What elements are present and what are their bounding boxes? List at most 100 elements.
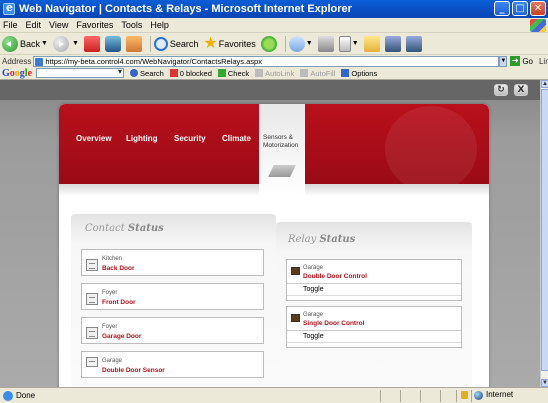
relay-status-panel: Relay Status Garage Double Door Control … (276, 222, 472, 387)
google-options-button[interactable]: Options (341, 69, 377, 78)
close-page-button[interactable]: X (514, 84, 528, 96)
relay-item: Garage Single Door Control Toggle (286, 306, 462, 348)
menu-tools[interactable]: Tools (121, 20, 142, 30)
google-search-label: Search (140, 68, 164, 78)
menu-favorites[interactable]: Favorites (76, 20, 113, 30)
back-label: Back (20, 38, 41, 49)
edit-button[interactable]: ▼ (338, 35, 359, 52)
ie-page-icon (3, 390, 13, 401)
contact-item[interactable]: Foyer Front Door (81, 283, 264, 310)
back-button[interactable]: Back ▼ (2, 35, 48, 52)
forward-arrow-icon (52, 35, 69, 52)
go-label: Go (522, 56, 533, 66)
links-button[interactable]: Links (539, 57, 548, 66)
scroll-thumb[interactable] (541, 89, 548, 371)
google-g-icon (130, 69, 139, 77)
relay-name: Double Door Control (303, 273, 367, 280)
address-dropdown[interactable]: ▼ (499, 55, 508, 67)
google-search-button[interactable]: Search (130, 69, 164, 78)
search-icon (153, 36, 168, 51)
home-button[interactable] (125, 35, 142, 52)
maximize-button[interactable]: □ (512, 1, 528, 16)
folder-button[interactable] (363, 35, 380, 52)
research-button[interactable] (384, 35, 401, 52)
stop-button[interactable] (83, 35, 100, 52)
messenger-icon (405, 35, 422, 52)
mail-button[interactable]: ▼ (288, 35, 313, 52)
toggle-button[interactable]: Toggle (287, 331, 461, 343)
google-toolbar: Google Search 0 blocked Check AutoLink A… (0, 67, 548, 80)
google-autofill-button[interactable]: AutoFill (300, 69, 335, 78)
go-button[interactable]: ➜ Go (510, 56, 533, 66)
nav-climate[interactable]: Climate (222, 134, 251, 143)
nav-overview[interactable]: Overview (76, 134, 112, 143)
status-divider (440, 390, 441, 402)
google-blocked-button[interactable]: 0 blocked (169, 69, 212, 78)
google-autolink-label: AutoLink (265, 68, 295, 78)
refresh-page-button[interactable]: ↻ (494, 84, 508, 96)
search-button[interactable]: Search (153, 36, 198, 51)
favorites-label: Favorites (218, 38, 256, 49)
toggle-button[interactable]: Toggle (287, 284, 461, 296)
options-icon (341, 69, 350, 77)
relay-header: Garage Double Door Control (287, 260, 461, 284)
contact-name: Back Door (102, 265, 135, 272)
garage-relay-icon (291, 314, 300, 322)
folder-icon (363, 35, 380, 52)
address-bar: Address https://my-beta.control4.com/Web… (0, 55, 548, 67)
contact-location: Kitchen (102, 256, 123, 262)
google-check-label: Check (227, 68, 250, 78)
google-check-button[interactable]: Check (217, 68, 250, 78)
status-bar: Done Internet (0, 387, 548, 403)
contact-location: Foyer (102, 324, 118, 330)
address-input[interactable]: https://my-beta.control4.com/WebNavigato… (33, 55, 500, 67)
refresh-button[interactable] (104, 35, 121, 52)
google-search-input[interactable] (36, 67, 125, 78)
contact-item[interactable]: Kitchen Back Door (81, 249, 264, 276)
refresh-icon (104, 35, 121, 52)
favorites-button[interactable]: ★ Favorites (203, 35, 256, 51)
menu-view[interactable]: View (49, 20, 68, 30)
spellcheck-icon (217, 69, 226, 77)
messenger-button[interactable] (405, 35, 422, 52)
research-icon (384, 35, 401, 52)
popup-blocker-icon (169, 69, 178, 77)
relay-footer (287, 343, 461, 347)
stop-icon (83, 35, 100, 52)
ie-icon (3, 1, 15, 15)
toolbar-divider (149, 35, 151, 52)
page-top-strip: ↻ X (0, 80, 540, 100)
status-divider (400, 390, 401, 402)
menu-help[interactable]: Help (150, 20, 169, 30)
status-divider (380, 390, 381, 402)
forward-button[interactable]: ▼ (52, 35, 79, 52)
scroll-down-arrow-icon[interactable]: ▼ (541, 379, 548, 387)
menu-file[interactable]: File (3, 20, 18, 30)
relay-footer (287, 296, 461, 300)
close-button[interactable]: ✕ (530, 1, 546, 16)
menu-edit[interactable]: Edit (26, 20, 42, 30)
contact-location: Foyer (102, 290, 118, 296)
history-button[interactable] (260, 35, 277, 52)
google-options-label: Options (351, 68, 378, 78)
google-logo[interactable]: Google (2, 68, 32, 79)
title-bar: Web Navigator | Contacts & Relays - Micr… (0, 0, 548, 18)
sensor-icon (268, 165, 296, 177)
vertical-scrollbar[interactable]: ▲ ▼ (540, 80, 548, 387)
back-arrow-icon (2, 35, 18, 52)
minimize-button[interactable]: _ (494, 1, 510, 16)
contact-name: Double Door Sensor (102, 367, 165, 374)
contact-item[interactable]: Foyer Garage Door (81, 317, 264, 344)
door-sensor-icon (86, 357, 98, 367)
google-autolink-button[interactable]: AutoLink (255, 69, 294, 78)
nav-security[interactable]: Security (174, 134, 206, 143)
print-button[interactable] (317, 35, 334, 52)
nav-lighting[interactable]: Lighting (126, 134, 158, 143)
nav-sensors-label: Sensors & Motorization (263, 134, 299, 149)
window-title: Web Navigator | Contacts & Relays - Micr… (19, 3, 352, 15)
contact-item[interactable]: Garage Double Door Sensor (81, 351, 264, 378)
scroll-up-arrow-icon[interactable]: ▲ (541, 80, 548, 88)
relay-item: Garage Double Door Control Toggle (286, 259, 462, 301)
relay-title-bold: Status (319, 234, 356, 245)
nav-sensors-motorization[interactable]: Sensors & Motorization (259, 104, 305, 196)
